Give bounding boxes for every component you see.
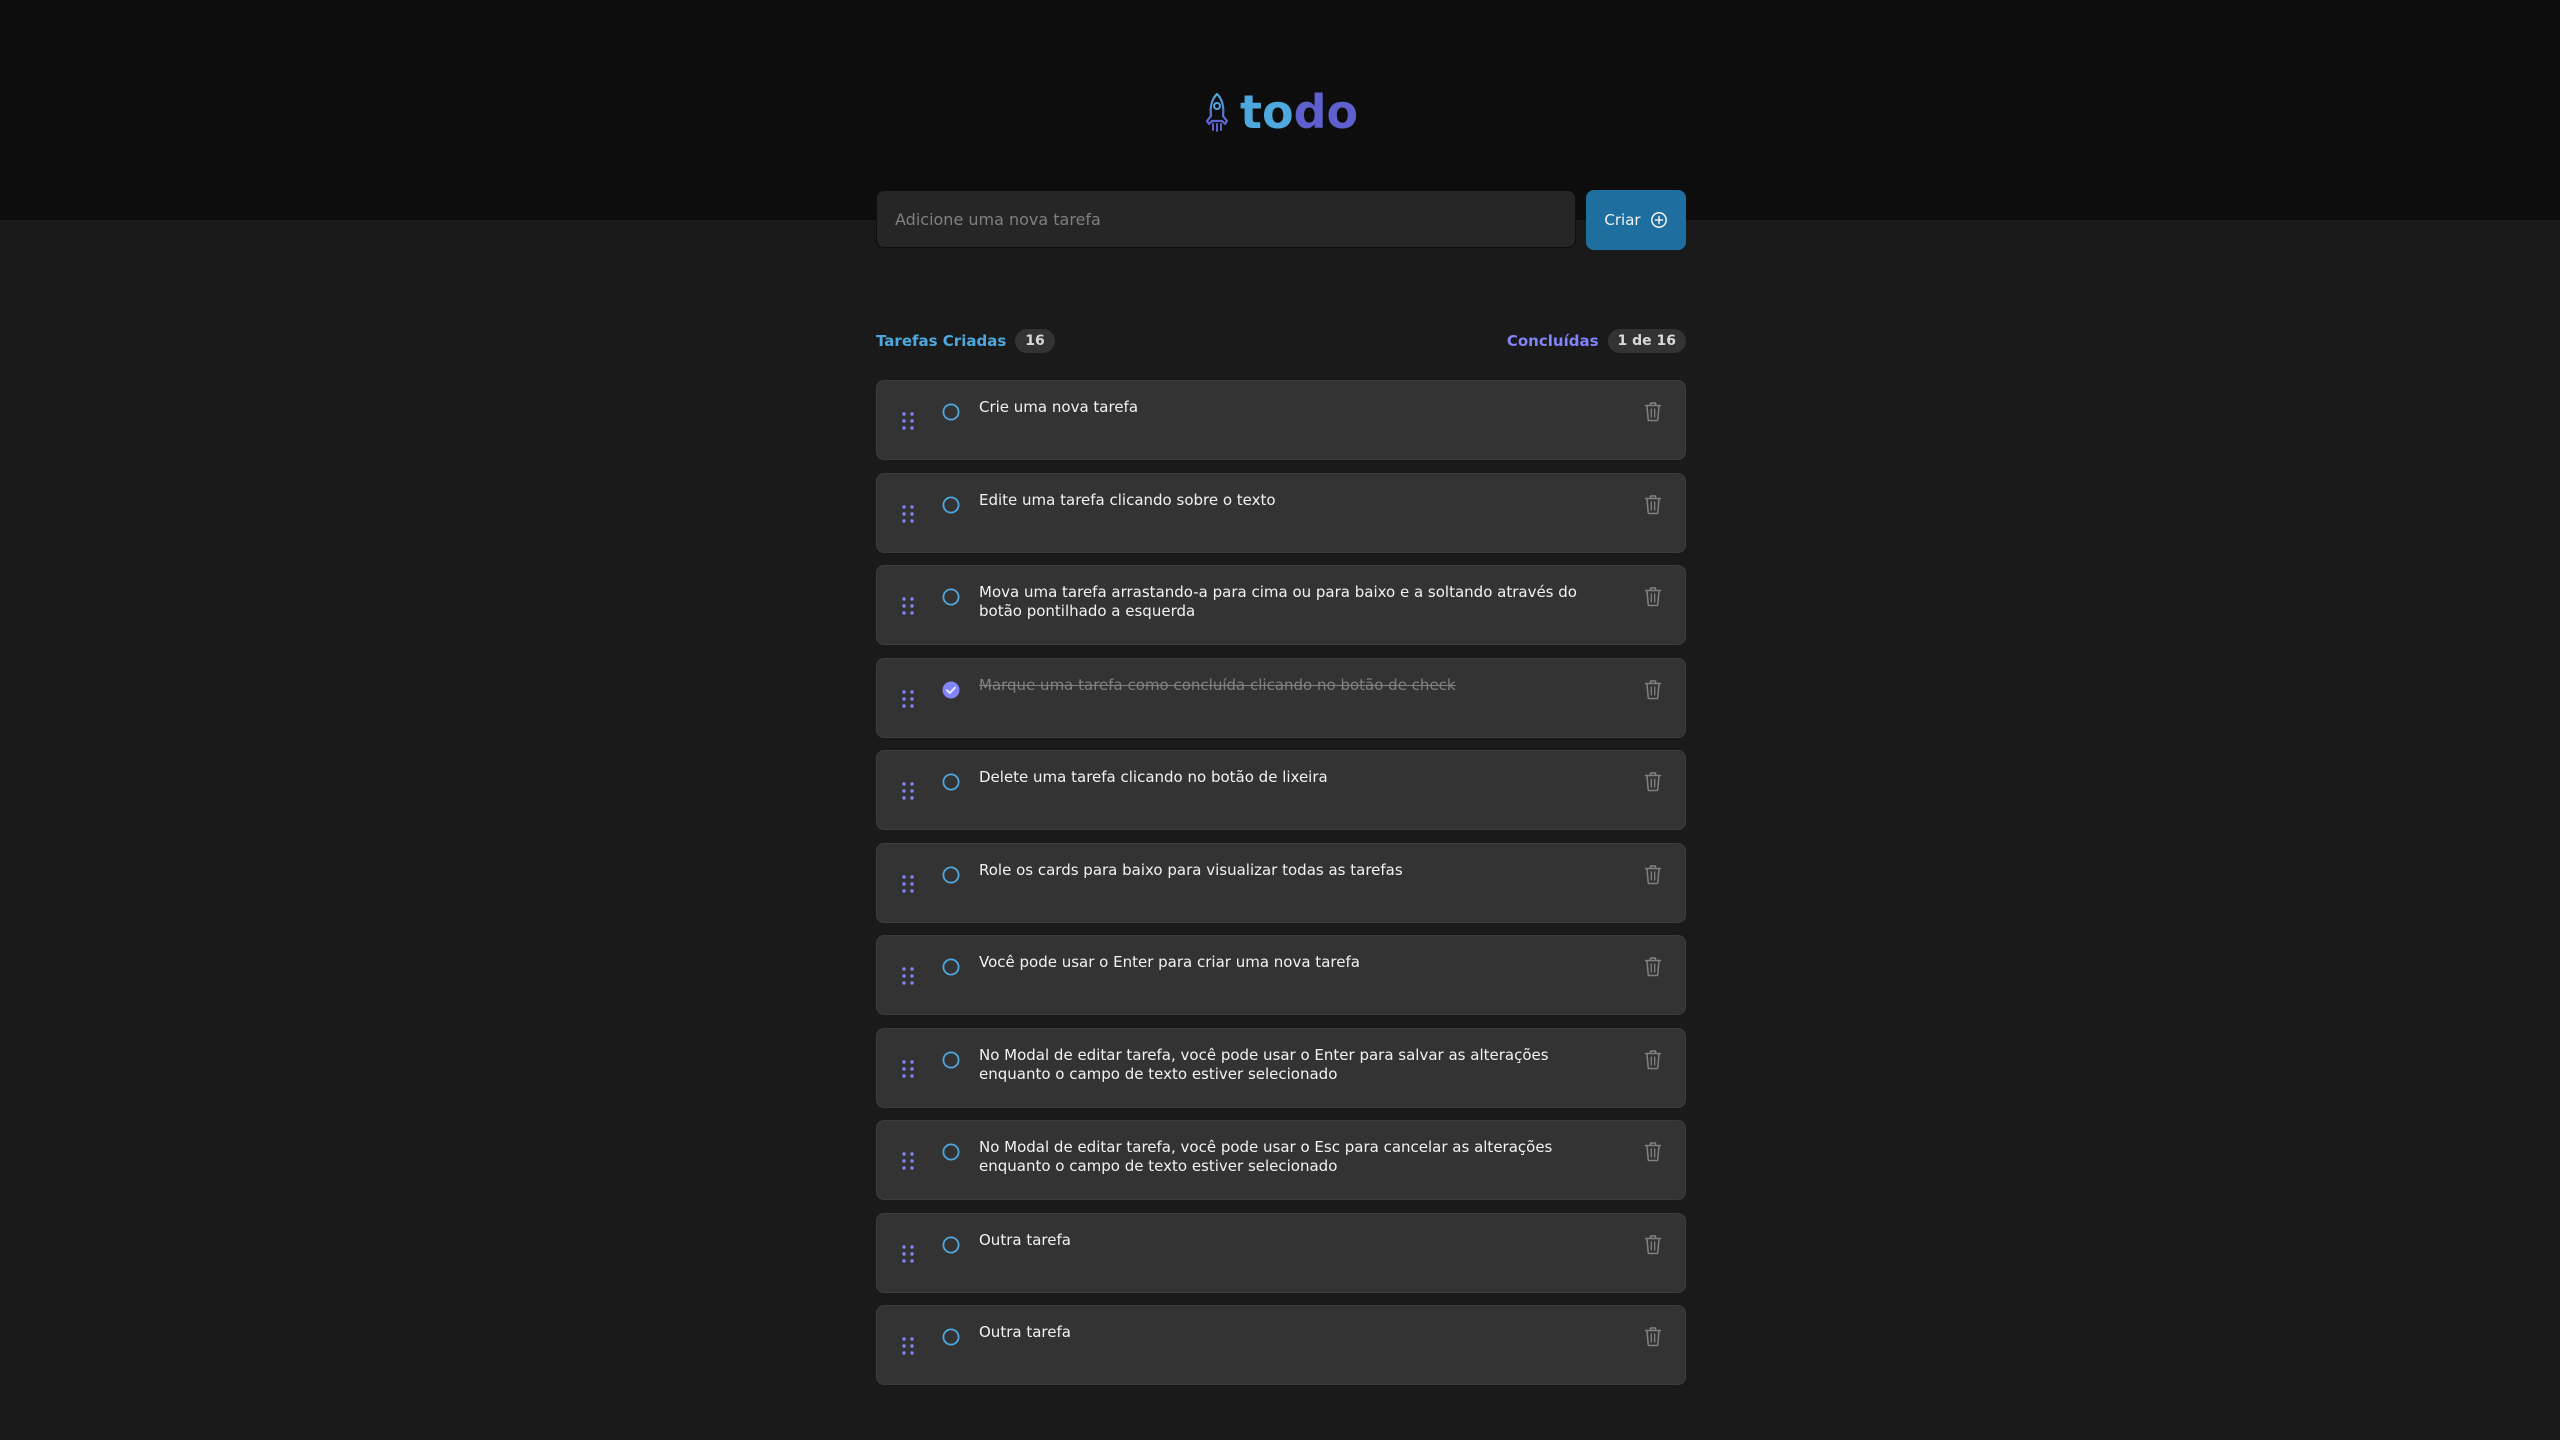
unchecked-circle-icon[interactable] [941,495,961,515]
drag-handle-icon[interactable] [901,1059,915,1079]
header: todo [0,0,2560,220]
done-counter: Concluídas 1 de 16 [1507,329,1686,353]
trash-icon[interactable] [1643,1325,1663,1347]
new-task-input[interactable] [876,190,1576,248]
trash-icon[interactable] [1643,493,1663,515]
task-text[interactable]: Outra tarefa [979,1231,1619,1250]
unchecked-circle-icon[interactable] [941,957,961,977]
task-text[interactable]: Mova uma tarefa arrastando-a para cima o… [979,583,1619,621]
task-list: Crie uma nova tarefa Edite uma tarefa cli… [876,380,1686,1398]
trash-icon[interactable] [1643,1048,1663,1070]
create-button-label: Criar [1604,211,1641,229]
unchecked-circle-icon[interactable] [941,772,961,792]
task-card: No Modal de editar tarefa, você pode usa… [876,1120,1686,1200]
task-card: Crie uma nova tarefa [876,380,1686,460]
task-card: Mova uma tarefa arrastando-a para cima o… [876,565,1686,645]
done-label: Concluídas [1506,332,1599,350]
drag-handle-icon[interactable] [901,596,915,616]
task-card: Edite uma tarefa clicando sobre o texto [876,472,1686,553]
unchecked-circle-icon[interactable] [941,1050,961,1070]
drag-handle-icon[interactable] [901,504,915,524]
created-count-badge: 16 [1015,329,1055,353]
drag-handle-icon[interactable] [901,966,915,986]
trash-icon[interactable] [1643,400,1663,422]
task-card: Outra tarefa [876,1305,1686,1385]
task-text[interactable]: Role os cards para baixo para visualizar… [979,861,1619,880]
create-button[interactable]: Criar [1586,190,1686,250]
trash-icon[interactable] [1643,1233,1663,1255]
trash-icon[interactable] [1643,770,1663,792]
unchecked-circle-icon[interactable] [941,402,961,422]
task-text[interactable]: No Modal de editar tarefa, você pode usa… [979,1138,1619,1176]
drag-handle-icon[interactable] [901,1336,915,1356]
logo-text: todo [1240,82,1358,142]
task-card: Você pode usar o Enter para criar uma no… [876,935,1686,1015]
task-card: No Modal de editar tarefa, você pode usa… [876,1027,1686,1108]
trash-icon[interactable] [1643,1140,1663,1162]
drag-handle-icon[interactable] [901,689,915,709]
task-card: Outra tarefa [876,1212,1686,1293]
task-text[interactable]: Crie uma nova tarefa [979,398,1619,417]
rocket-icon [1204,92,1230,132]
logo-text-to: to [1240,85,1294,139]
trash-icon[interactable] [1643,955,1663,977]
unchecked-circle-icon[interactable] [941,587,961,607]
drag-handle-icon[interactable] [901,874,915,894]
logo: todo [1204,82,1358,142]
task-text[interactable]: Você pode usar o Enter para criar uma no… [979,953,1619,972]
plus-circle-icon [1650,211,1668,229]
trash-icon[interactable] [1643,863,1663,885]
task-text[interactable]: No Modal de editar tarefa, você pode usa… [979,1046,1619,1084]
checked-circle-icon[interactable] [941,680,961,700]
drag-handle-icon[interactable] [901,781,915,801]
created-counter: Tarefas Criadas 16 [876,329,1055,353]
task-text[interactable]: Outra tarefa [979,1323,1619,1342]
drag-handle-icon[interactable] [901,1151,915,1171]
created-label: Tarefas Criadas [876,332,1007,350]
unchecked-circle-icon[interactable] [941,1142,961,1162]
trash-icon[interactable] [1643,585,1663,607]
task-counters: Tarefas Criadas 16 Concluídas 1 de 16 [876,328,1686,354]
task-card: Marque uma tarefa como concluída clicand… [876,657,1686,738]
done-count-badge: 1 de 16 [1607,329,1686,353]
unchecked-circle-icon[interactable] [941,865,961,885]
unchecked-circle-icon[interactable] [941,1235,961,1255]
drag-handle-icon[interactable] [901,1244,915,1264]
drag-handle-icon[interactable] [901,411,915,431]
task-text[interactable]: Marque uma tarefa como concluída clicand… [979,676,1619,695]
unchecked-circle-icon[interactable] [941,1327,961,1347]
task-card: Delete uma tarefa clicando no botão de l… [876,750,1686,830]
task-card: Role os cards para baixo para visualizar… [876,842,1686,923]
new-task-form: Criar [876,190,1686,250]
task-text[interactable]: Delete uma tarefa clicando no botão de l… [979,768,1619,787]
trash-icon[interactable] [1643,678,1663,700]
logo-text-do: do [1293,85,1359,139]
task-text[interactable]: Edite uma tarefa clicando sobre o texto [979,491,1619,510]
